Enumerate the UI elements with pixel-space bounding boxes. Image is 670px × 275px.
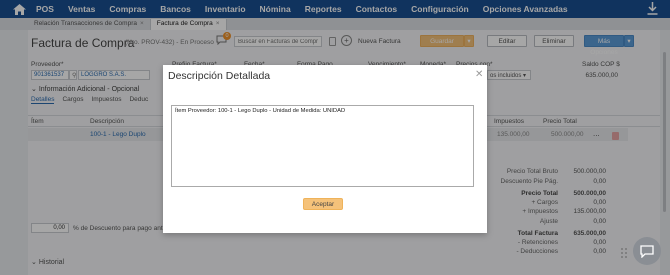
close-icon[interactable]: ✕ <box>475 69 483 80</box>
chat-help-icon[interactable] <box>633 237 661 265</box>
description-textarea[interactable]: Ítem Proveedor: 100-1 - Lego Duplo - Uni… <box>171 105 474 187</box>
detail-description-modal: Descripción Detallada ✕ Ítem Proveedor: … <box>163 65 487 233</box>
grid-icon[interactable] <box>620 247 628 261</box>
accept-button[interactable]: Aceptar <box>303 198 343 210</box>
modal-title: Descripción Detallada <box>168 70 271 82</box>
